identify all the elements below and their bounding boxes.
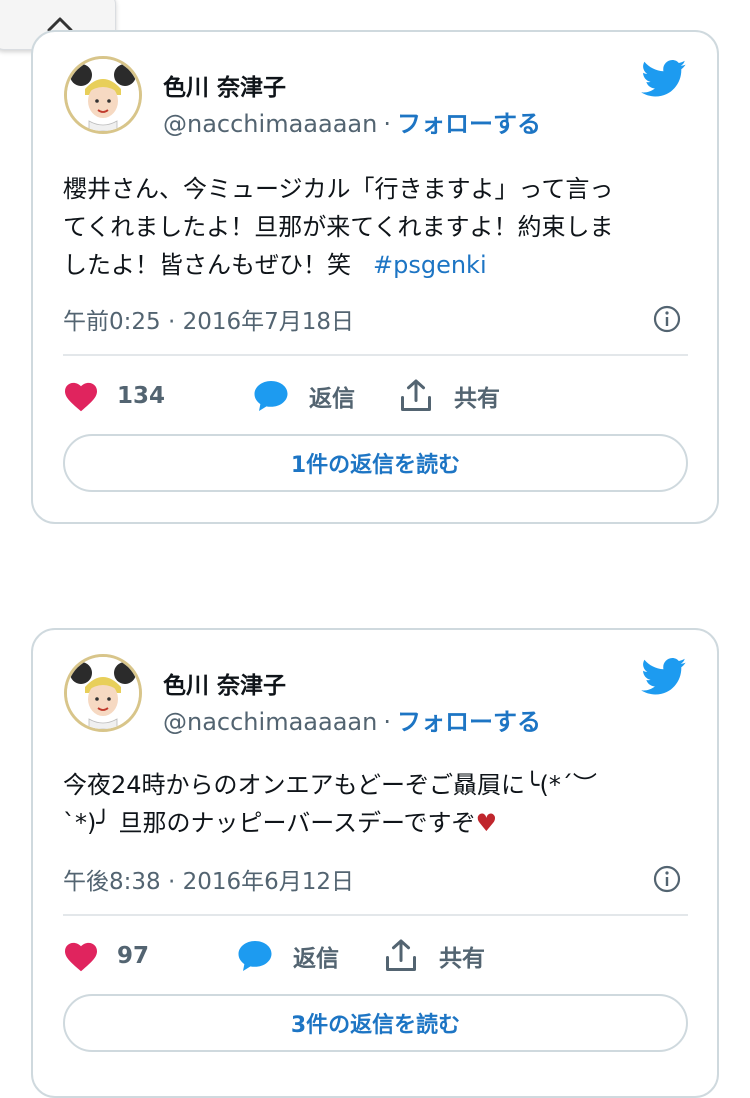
info-icon[interactable]	[652, 304, 682, 334]
tweet-text: 櫻井さん、今ミュージカル「行きますよ」って言っ てくれましたよ！旦那が来てくれま…	[63, 170, 683, 284]
like-action[interactable]: 97	[63, 936, 149, 976]
tweet-card[interactable]: 色川 奈津子 @nacchimaaaaan · フォローする 櫻井さん、今ミュージカ…	[31, 30, 719, 524]
divider	[63, 914, 688, 916]
action-bar: 134 返信 共有	[63, 376, 683, 416]
tweet-text-line: 今夜24時からのオンエアもどーぞご贔屓に╰(*´︶	[63, 771, 597, 799]
twitter-bird-icon[interactable]	[641, 60, 687, 98]
separator: ·	[383, 110, 391, 138]
avatar-illustration	[67, 657, 139, 729]
share-icon[interactable]	[383, 938, 419, 974]
share-label[interactable]: 共有	[439, 939, 485, 973]
timestamp[interactable]: 午後8:38 · 2016年6月12日	[63, 862, 354, 896]
reply-label[interactable]: 返信	[309, 379, 355, 413]
tweet-text-line: `*)╯ 旦那のナッピーバースデーですぞ♥	[63, 804, 683, 842]
read-replies-button[interactable]: 1件の返信を読む	[63, 434, 688, 492]
read-replies-button[interactable]: 3件の返信を読む	[63, 994, 688, 1052]
red-heart-emoji: ♥	[475, 809, 498, 837]
share-action[interactable]: 共有	[383, 936, 485, 976]
tweet-text-line: てくれましたよ！旦那が来てくれますよ！約束しま	[63, 213, 614, 241]
reply-action[interactable]: 返信	[253, 376, 355, 416]
tweet-text-line: 櫻井さん、今ミュージカル「行きますよ」って言っ	[63, 175, 614, 203]
reply-bubble-icon[interactable]	[253, 379, 289, 413]
heart-icon[interactable]	[63, 940, 99, 972]
author-handle[interactable]: @nacchimaaaaan	[163, 110, 377, 138]
tweet-text: 今夜24時からのオンエアもどーぞご贔屓に╰(*´︶ `*)╯ 旦那のナッピーバー…	[63, 766, 683, 842]
share-icon[interactable]	[398, 378, 434, 414]
share-action[interactable]: 共有	[398, 376, 500, 416]
author-name[interactable]: 色川 奈津子	[163, 666, 286, 700]
hashtag-link[interactable]: #psgenki	[373, 251, 487, 279]
tweet-text-line: したよ！皆さんもぜひ！笑 #psgenki	[63, 246, 683, 284]
avatar-illustration	[67, 59, 139, 131]
share-label[interactable]: 共有	[454, 379, 500, 413]
avatar[interactable]	[64, 56, 142, 134]
like-count: 134	[117, 383, 166, 409]
timestamp[interactable]: 午前0:25 · 2016年7月18日	[63, 302, 354, 336]
author-handle[interactable]: @nacchimaaaaan	[163, 708, 377, 736]
follow-button[interactable]: フォローする	[397, 708, 541, 736]
twitter-bird-icon[interactable]	[641, 658, 687, 696]
handle-row: @nacchimaaaaan · フォローする	[163, 702, 541, 737]
separator: ·	[383, 708, 391, 736]
info-icon[interactable]	[652, 864, 682, 894]
action-bar: 97 返信 共有	[63, 936, 683, 976]
tweet-card[interactable]: 色川 奈津子 @nacchimaaaaan · フォローする 今夜24時からのオンエ…	[31, 628, 719, 1098]
tweet-text-segment: `*)╯ 旦那のナッピーバースデーですぞ	[63, 809, 476, 837]
divider	[63, 354, 688, 356]
reply-bubble-icon[interactable]	[237, 939, 273, 973]
reply-action[interactable]: 返信	[237, 936, 339, 976]
tweet-text-segment: したよ！皆さんもぜひ！笑	[63, 251, 351, 279]
like-action[interactable]: 134	[63, 376, 165, 416]
avatar[interactable]	[64, 654, 142, 732]
handle-row: @nacchimaaaaan · フォローする	[163, 104, 541, 139]
reply-label[interactable]: 返信	[293, 939, 339, 973]
heart-icon[interactable]	[63, 380, 99, 412]
follow-button[interactable]: フォローする	[397, 110, 541, 138]
like-count: 97	[117, 943, 150, 969]
author-name[interactable]: 色川 奈津子	[163, 68, 286, 102]
